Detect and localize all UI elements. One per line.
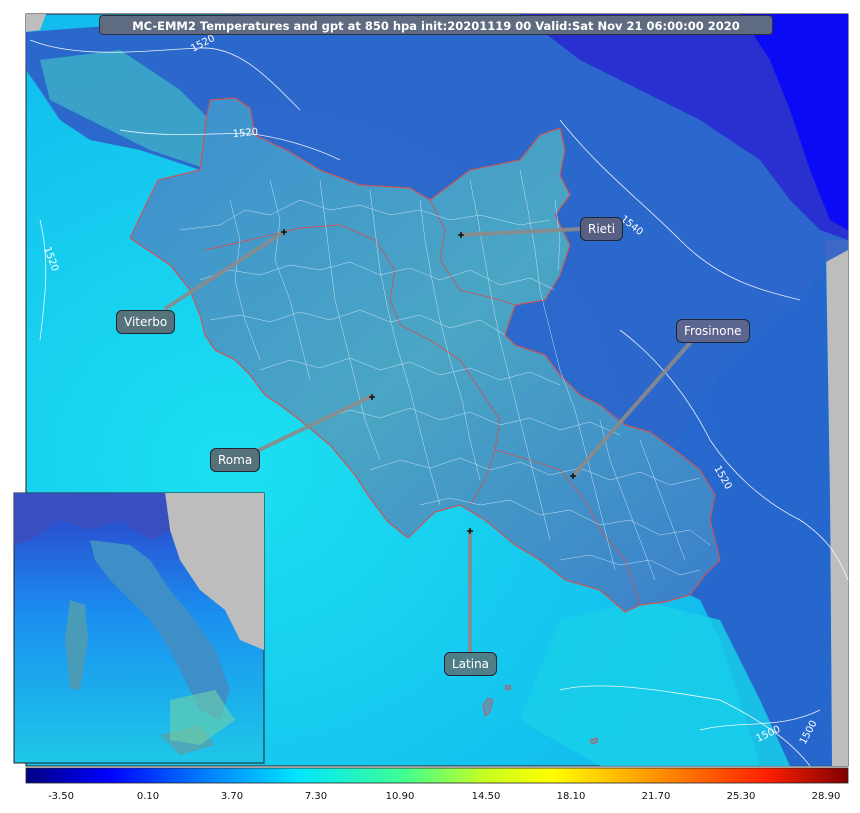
colorbar-tick: 14.50 bbox=[471, 791, 501, 802]
colorbar-tick: 7.30 bbox=[304, 791, 328, 802]
map-title: MC-EMM2 Temperatures and gpt at 850 hpa … bbox=[99, 15, 773, 35]
contour-label: 1520 bbox=[232, 127, 258, 140]
inset-map bbox=[13, 492, 265, 764]
city-label-latina: Latina bbox=[444, 652, 498, 676]
city-label-roma: Roma bbox=[210, 448, 261, 472]
colorbar-tick: 21.70 bbox=[641, 791, 671, 802]
colorbar bbox=[25, 767, 849, 784]
city-label-rieti: Rieti bbox=[580, 217, 624, 241]
colorbar-tick: -3.50 bbox=[48, 791, 74, 802]
temperature-map: 1520 1520 1520 1540 1520 1500 1500 bbox=[13, 13, 849, 784]
colorbar-tick: 10.90 bbox=[385, 791, 415, 802]
colorbar-tick: 25.30 bbox=[726, 791, 756, 802]
colorbar-tick: 0.10 bbox=[136, 791, 160, 802]
city-label-frosinone: Frosinone bbox=[676, 319, 750, 343]
colorbar-tick: 28.90 bbox=[811, 791, 841, 802]
colorbar-tick: 18.10 bbox=[556, 791, 586, 802]
colorbar-tick: 3.70 bbox=[220, 791, 244, 802]
city-label-viterbo: Viterbo bbox=[116, 310, 176, 334]
